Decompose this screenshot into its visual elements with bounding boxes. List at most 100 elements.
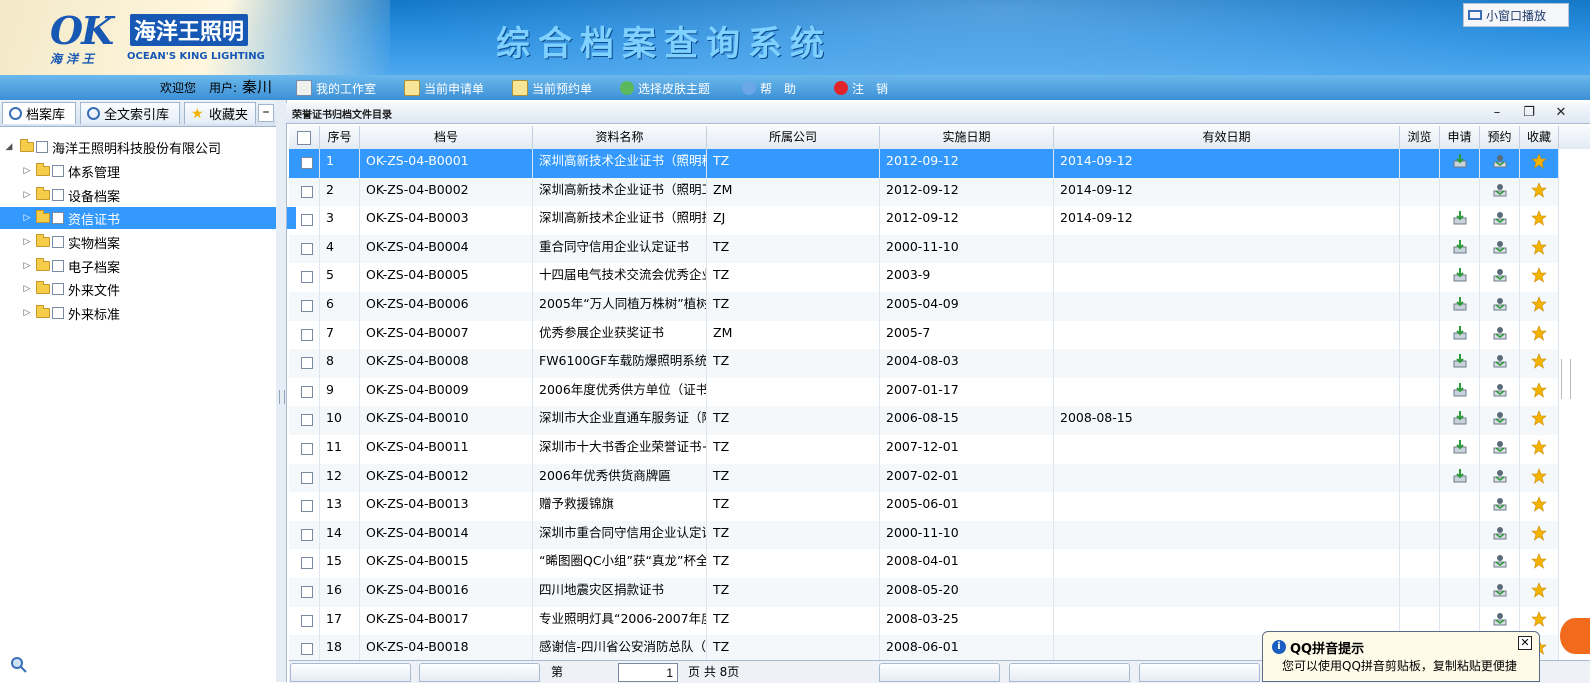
row-checkbox[interactable]	[301, 385, 313, 398]
star-icon[interactable]	[1531, 410, 1547, 427]
reserve-icon[interactable]	[1492, 525, 1508, 541]
collapse-icon[interactable]: ◢	[4, 142, 14, 152]
apply-icon[interactable]	[1452, 468, 1468, 484]
row-checkbox[interactable]	[301, 242, 313, 255]
header-no[interactable]: 序号	[320, 126, 360, 149]
go-page-button[interactable]	[879, 663, 1000, 682]
apply-icon[interactable]	[1452, 153, 1468, 169]
table-row[interactable]: 2 OK-ZS-04-B0002 深圳高新技术企业证书（照明工 ZM 2012-09-1…	[289, 177, 1559, 207]
table-row[interactable]: 3 OK-ZS-04-B0003 深圳高新技术企业证书（照明技 ZJ 2012-09-1…	[289, 206, 1559, 235]
floating-widget[interactable]	[1560, 618, 1590, 654]
reserve-icon[interactable]	[1492, 496, 1508, 512]
search-icon[interactable]	[10, 656, 28, 674]
header-name[interactable]: 资料名称	[533, 126, 707, 149]
apply-icon[interactable]	[1452, 210, 1468, 226]
row-checkbox[interactable]	[301, 300, 313, 312]
expand-icon[interactable]: ▷	[22, 237, 32, 247]
menu-my-workspace[interactable]: 我的工作室	[296, 79, 376, 97]
tab-archive-library[interactable]: 档案库	[2, 102, 76, 124]
select-all-checkbox[interactable]	[297, 130, 311, 145]
menu-help[interactable]: 帮 助	[742, 79, 796, 97]
star-icon[interactable]	[1531, 582, 1547, 598]
expand-icon[interactable]: ▷	[22, 190, 32, 200]
tree-item-equipment[interactable]: ▷ 设备档案	[0, 184, 296, 206]
reserve-icon[interactable]	[1492, 296, 1508, 312]
vertical-scrollbar[interactable]	[1559, 149, 1590, 660]
star-icon[interactable]	[1531, 439, 1547, 455]
tree-item-physical[interactable]: ▷ 实物档案	[0, 231, 296, 253]
tree-root[interactable]: ◢ 海洋王照明科技股份有限公司	[0, 136, 278, 158]
menu-logout[interactable]: 注 销	[834, 79, 888, 97]
table-row[interactable]: 1 OK-ZS-04-B0001 深圳高新技术企业证书（照明科 TZ 2012-09-1…	[289, 149, 1559, 178]
tree-item-external-standards[interactable]: ▷ 外来标准	[0, 302, 296, 324]
row-checkbox[interactable]	[301, 586, 313, 598]
row-checkbox[interactable]	[301, 500, 313, 513]
table-row[interactable]: 4 OK-ZS-04-B0004 重合同守信用企业认定证书 TZ 2000-11-10	[289, 234, 1559, 264]
reserve-icon[interactable]	[1492, 182, 1508, 198]
table-row[interactable]: 16 OK-ZS-04-B0016 四川地震灾区捐款证书 TZ 2008-05-20	[289, 578, 1559, 607]
header-browse[interactable]: 浏览	[1400, 126, 1440, 149]
reserve-icon[interactable]	[1492, 382, 1508, 398]
reserve-icon[interactable]	[1492, 611, 1508, 627]
first-page-button[interactable]	[290, 663, 411, 682]
apply-icon[interactable]	[1452, 353, 1468, 369]
table-row[interactable]: 15 OK-ZS-04-B0015 “晞图圈QC小组”获“真龙”杯全E TZ 2008-…	[289, 549, 1559, 578]
tree-checkbox[interactable]	[52, 307, 64, 319]
tree-checkbox[interactable]	[52, 236, 64, 248]
header-start-date[interactable]: 实施日期	[880, 126, 1054, 149]
table-row[interactable]: 14 OK-ZS-04-B0014 深圳市重合同守信用企业认定证 TZ 2000-11-…	[289, 520, 1559, 550]
expand-icon[interactable]: ▷	[22, 166, 32, 176]
header-code[interactable]: 档号	[360, 126, 533, 149]
row-checkbox[interactable]	[301, 271, 313, 284]
reserve-icon[interactable]	[1492, 439, 1508, 455]
tree-checkbox[interactable]	[36, 141, 48, 153]
header-valid-date[interactable]: 有效日期	[1054, 126, 1400, 149]
star-icon[interactable]	[1531, 238, 1547, 255]
close-button[interactable]: ✕	[1552, 104, 1570, 122]
reserve-icon[interactable]	[1492, 353, 1508, 369]
tree-item-credentials[interactable]: ▷ 资信证书	[0, 207, 296, 229]
menu-current-reservation[interactable]: 当前预约单	[512, 79, 592, 97]
row-checkbox[interactable]	[301, 328, 313, 341]
tree-item-external-docs[interactable]: ▷ 外来文件	[0, 278, 296, 300]
table-row[interactable]: 9 OK-ZS-04-B0009 2006年度优秀供方单位（证书- 2007-01-1…	[289, 377, 1559, 407]
star-icon[interactable]	[1531, 267, 1547, 284]
star-icon[interactable]	[1531, 610, 1547, 627]
reserve-icon[interactable]	[1492, 210, 1508, 226]
menu-current-application[interactable]: 当前申请单	[404, 79, 484, 97]
star-icon[interactable]	[1531, 324, 1547, 341]
small-window-button[interactable]: 小窗口播放	[1463, 3, 1569, 27]
tree-checkbox[interactable]	[52, 283, 64, 295]
expand-icon[interactable]: ▷	[22, 308, 32, 318]
tab-favorites[interactable]: ★ 收藏夹	[184, 102, 256, 124]
next-page-button[interactable]	[1009, 663, 1130, 682]
apply-icon[interactable]	[1452, 439, 1468, 455]
table-row[interactable]: 7 OK-ZS-04-B0007 优秀参展企业获奖证书 ZM 2005-7	[289, 320, 1559, 350]
table-row[interactable]: 12 OK-ZS-04-B0012 2006年优秀供货商牌匾 TZ 2007-02-01	[289, 463, 1559, 493]
minimize-button[interactable]: –	[1488, 104, 1506, 122]
tab-fulltext-index[interactable]: 全文索引库	[80, 102, 180, 124]
reserve-icon[interactable]	[1492, 553, 1508, 569]
apply-icon[interactable]	[1452, 267, 1468, 283]
header-favorite[interactable]: 收藏	[1520, 126, 1559, 149]
table-row[interactable]: 5 OK-ZS-04-B0005 十四届电气技术交流会优秀企业 TZ 2003-9	[289, 263, 1559, 292]
tree-checkbox[interactable]	[52, 189, 64, 201]
minimize-button[interactable]: –	[258, 104, 274, 122]
close-icon[interactable]: ✕	[1518, 636, 1532, 650]
star-icon[interactable]	[1531, 467, 1547, 484]
expand-icon[interactable]: ▷	[22, 284, 32, 294]
apply-icon[interactable]	[1452, 239, 1468, 255]
row-checkbox[interactable]	[301, 643, 313, 656]
reserve-icon[interactable]	[1492, 468, 1508, 484]
star-icon[interactable]	[1531, 524, 1547, 541]
apply-icon[interactable]	[1452, 410, 1468, 426]
row-checkbox[interactable]	[301, 185, 313, 198]
star-icon[interactable]	[1531, 496, 1547, 512]
tree-checkbox[interactable]	[52, 165, 64, 177]
reserve-icon[interactable]	[1492, 239, 1508, 255]
row-checkbox[interactable]	[301, 557, 313, 570]
tree-checkbox[interactable]	[52, 260, 64, 272]
header-company[interactable]: 所属公司	[707, 126, 880, 149]
star-icon[interactable]	[1531, 153, 1547, 169]
reserve-icon[interactable]	[1492, 153, 1508, 169]
